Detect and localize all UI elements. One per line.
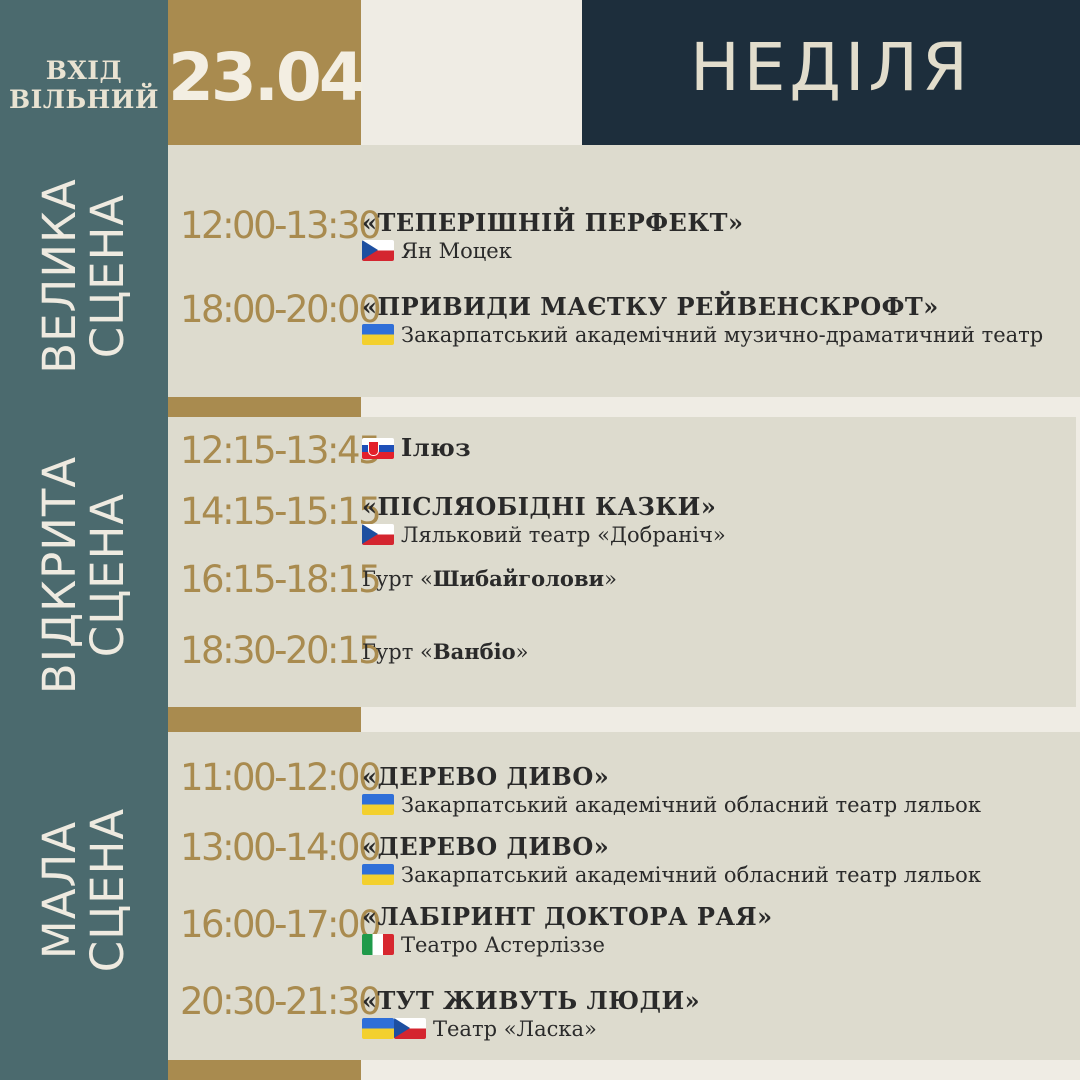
free-entry-label: ВХІД ВІЛЬНИЙ bbox=[0, 56, 168, 114]
event-suffix: » bbox=[515, 640, 529, 664]
stage-label-line1: ВІДКРИТА bbox=[33, 455, 86, 695]
event-performer: Закарпатський академічний обласний театр… bbox=[401, 793, 981, 817]
ukraine-flag-icon bbox=[362, 864, 394, 885]
czech-flag-icon bbox=[362, 240, 394, 261]
event-time: 18:00-20:00 bbox=[180, 288, 382, 331]
ukraine-flag-icon bbox=[362, 794, 394, 815]
event-performer: Закарпатський академічний обласний театр… bbox=[401, 863, 981, 887]
event-title: «ПІСЛЯОБІДНІ КАЗКИ» bbox=[362, 492, 717, 521]
stage-label-velyka: ВЕЛИКА СЦЕНА bbox=[0, 145, 168, 407]
event-prefix: Гурт « bbox=[362, 640, 433, 664]
event-band-name: Шибайголови bbox=[432, 566, 605, 591]
event-performer: Ян Моцек bbox=[401, 239, 512, 263]
event-time: 11:00-12:00 bbox=[180, 756, 382, 799]
event-time: 18:30-20:15 bbox=[180, 629, 382, 672]
czech-flag-icon bbox=[394, 1018, 426, 1039]
event-time: 12:00-13:30 bbox=[180, 204, 382, 247]
event-title: «ДЕРЕВО ДИВО» bbox=[362, 762, 610, 791]
event-time: 20:30-21:30 bbox=[180, 980, 382, 1023]
event-item: «ТЕПЕРІШНІЙ ПЕРФЕКТ» Ян Моцек bbox=[362, 208, 1074, 266]
stage-label-line2: СЦЕНА bbox=[81, 807, 134, 973]
event-time: 12:15-13:45 bbox=[180, 429, 382, 472]
free-entry-line2: ВІЛЬНИЙ bbox=[9, 85, 159, 114]
event-title: «ПРИВИДИ МАЄТКУ РЕЙВЕНСКРОФТ» bbox=[362, 292, 939, 321]
event-title: Ілюз bbox=[401, 433, 472, 462]
italy-flag-icon bbox=[362, 934, 394, 955]
free-entry-line1: ВХІД bbox=[45, 56, 123, 85]
event-item: «ПРИВИДИ МАЄТКУ РЕЙВЕНСКРОФТ» Закарпатсь… bbox=[362, 292, 1074, 350]
event-time: 16:00-17:00 bbox=[180, 903, 382, 946]
event-item: «ДЕРЕВО ДИВО» Закарпатський академічний … bbox=[362, 762, 1074, 820]
event-item: Гурт «Ванбіо» bbox=[362, 637, 1074, 667]
event-suffix: » bbox=[604, 567, 617, 591]
divider-bar bbox=[168, 397, 361, 417]
stage-label-line1: ВЕЛИКА bbox=[33, 178, 86, 374]
date-text: 23.04 bbox=[168, 39, 365, 116]
day-box: НЕДІЛЯ bbox=[582, 0, 1080, 145]
event-item: «ПІСЛЯОБІДНІ КАЗКИ» Ляльковий театр «Доб… bbox=[362, 492, 1074, 550]
event-title: «ЛАБІРИНТ ДОКТОРА РАЯ» bbox=[362, 902, 773, 931]
stage-label-mala: МАЛА СЦЕНА bbox=[0, 745, 168, 1035]
event-item: «ТУТ ЖИВУТЬ ЛЮДИ» Театр «Ласка» bbox=[362, 986, 1074, 1044]
event-performer: Ляльковий театр «Добраніч» bbox=[401, 523, 726, 547]
divider-bar bbox=[168, 707, 361, 732]
stage-label-line2: СЦЕНА bbox=[81, 193, 134, 359]
event-item: «ЛАБІРИНТ ДОКТОРА РАЯ» Театро Астерліззе bbox=[362, 902, 1074, 960]
czech-flag-icon bbox=[362, 524, 394, 545]
slovakia-flag-icon bbox=[362, 438, 394, 459]
event-time: 14:15-15:15 bbox=[180, 490, 382, 533]
stage-label-line2: СЦЕНА bbox=[81, 492, 134, 658]
event-title: «ДЕРЕВО ДИВО» bbox=[362, 832, 610, 861]
event-item: Ілюз bbox=[362, 433, 1074, 462]
event-title: «ТЕПЕРІШНІЙ ПЕРФЕКТ» bbox=[362, 208, 744, 237]
divider-bar bbox=[168, 1060, 361, 1080]
ukraine-flag-icon bbox=[362, 1018, 394, 1039]
event-band-name: Ванбіо bbox=[432, 639, 516, 664]
date-box: 23.04 bbox=[168, 0, 365, 145]
event-performer: Закарпатський академічний музично-драмат… bbox=[401, 323, 1044, 347]
ukraine-flag-icon bbox=[362, 324, 394, 345]
event-time: 13:00-14:00 bbox=[180, 826, 382, 869]
stage-label-line1: МАЛА bbox=[33, 820, 86, 960]
event-performer: Театр «Ласка» bbox=[433, 1017, 597, 1041]
event-item: Гурт «Шибайголови» bbox=[362, 564, 1074, 594]
event-prefix: Гурт « bbox=[362, 567, 433, 591]
event-time: 16:15-18:15 bbox=[180, 558, 382, 601]
stage-label-vidkryta: ВІДКРИТА СЦЕНА bbox=[0, 430, 168, 720]
panel-velyka-scena bbox=[168, 145, 1080, 397]
event-item: «ДЕРЕВО ДИВО» Закарпатський академічний … bbox=[362, 832, 1074, 890]
event-performer: Театро Астерліззе bbox=[401, 933, 605, 957]
day-text: НЕДІЛЯ bbox=[690, 29, 972, 106]
event-title: «ТУТ ЖИВУТЬ ЛЮДИ» bbox=[362, 986, 701, 1015]
